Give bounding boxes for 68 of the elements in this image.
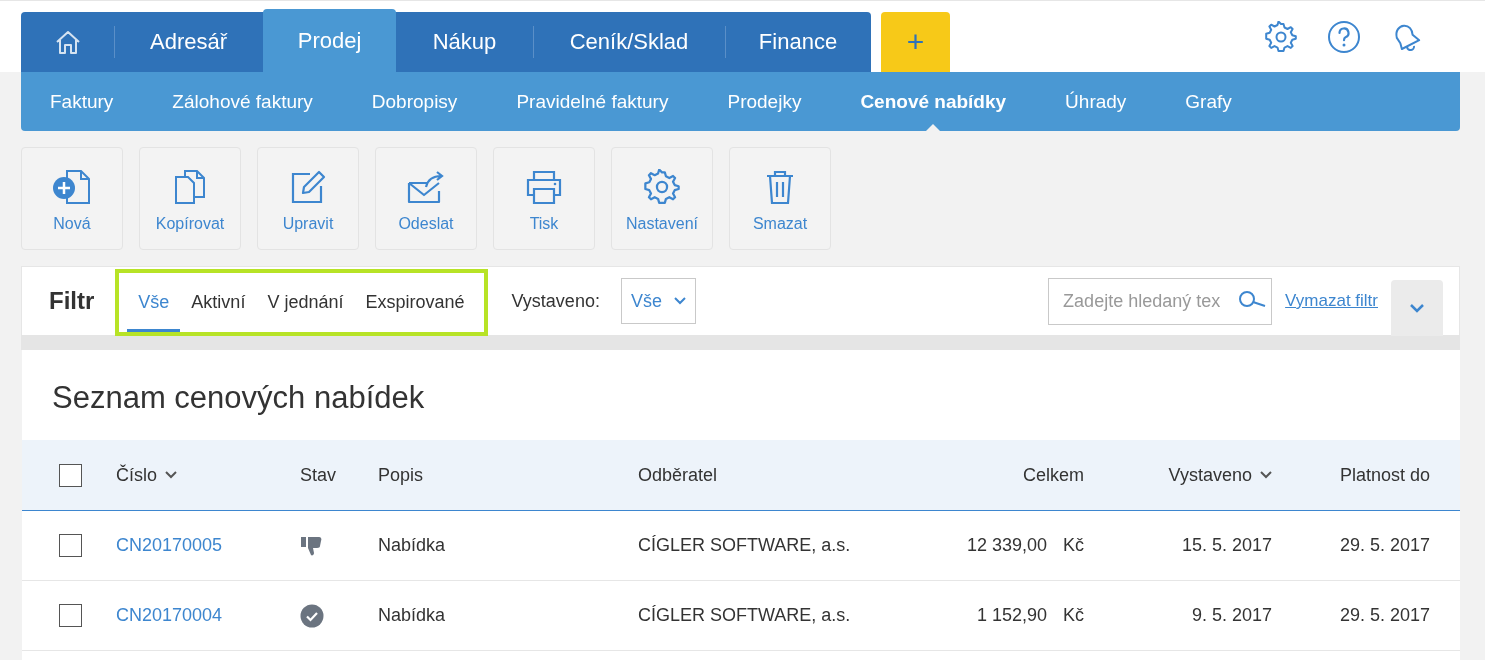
table-cell: CÍGLER SOFTWARE, a.s.	[638, 535, 851, 556]
list-title: Seznam cenových nabídek	[51, 379, 426, 417]
column-header[interactable]: Popis	[378, 464, 424, 486]
column-header[interactable]: Vystaveno	[1168, 464, 1252, 486]
currency-cell: Kč	[1063, 605, 1084, 626]
table-cell: Nabídka	[378, 535, 446, 556]
offer-number-link[interactable]: CN20170005	[116, 535, 223, 556]
main-tab[interactable]: Finance	[725, 12, 871, 72]
sub-tab[interactable]: Cenové nabídky	[841, 72, 1026, 131]
main-tab[interactable]: Prodej	[263, 9, 396, 72]
toolbar-button[interactable]: Smazat	[729, 147, 831, 250]
settings-icon	[644, 169, 680, 205]
filter-tab[interactable]: V jednání	[256, 272, 355, 332]
table-cell: 9. 5. 2017	[1191, 605, 1272, 626]
edit-icon	[290, 169, 326, 205]
copy-icon	[172, 169, 208, 205]
help-icon[interactable]	[1327, 19, 1361, 54]
sort-chevron-icon	[165, 471, 177, 479]
main-tab[interactable]: Ceník/Sklad	[533, 12, 725, 72]
send-mail-icon	[406, 169, 446, 205]
toolbar-button[interactable]: Kopírovat	[139, 147, 241, 250]
sub-tab[interactable]: Prodejky	[708, 72, 821, 131]
sub-tab[interactable]: Úhrady	[1046, 72, 1146, 131]
filter-tab[interactable]: Vše	[127, 272, 181, 332]
select-all-checkbox[interactable]	[58, 463, 82, 487]
column-header[interactable]: Platnost do	[1339, 464, 1430, 486]
column-header[interactable]: Odběratel	[638, 464, 718, 486]
sub-tab[interactable]: Dobropisy	[352, 72, 477, 131]
add-button[interactable]: +	[881, 12, 950, 72]
row-checkbox[interactable]	[58, 604, 82, 627]
sub-tab[interactable]: Pravidelné faktury	[497, 72, 688, 131]
amount-cell: 12 339,00	[966, 535, 1047, 556]
settings-icon[interactable]	[1265, 20, 1297, 53]
toolbar-button[interactable]: Nastavení	[611, 147, 713, 250]
filter-tab[interactable]: Aktivní	[180, 272, 257, 332]
filter-title: Filtr	[49, 287, 95, 315]
printer-icon	[525, 169, 563, 205]
offer-number-link[interactable]: CN20170004	[116, 605, 223, 626]
issued-dropdown[interactable]: Vše	[620, 278, 696, 324]
table-cell: Nabídka	[378, 605, 446, 626]
toolbar-button[interactable]: Nová	[21, 147, 123, 250]
amount-cell: 1 152,90	[976, 605, 1047, 626]
chevron-down-icon	[1409, 302, 1425, 313]
sort-chevron-icon	[1260, 471, 1272, 479]
table-cell: 29. 5. 2017	[1339, 535, 1430, 556]
table-cell: 15. 5. 2017	[1181, 535, 1272, 556]
column-header[interactable]: Celkem	[1023, 464, 1084, 486]
search-field[interactable]: Zadejte hledaný tex	[1048, 277, 1273, 325]
sub-tab[interactable]: Grafy	[1166, 72, 1251, 131]
sub-tab[interactable]: Zálohové faktury	[153, 72, 332, 131]
sub-tab[interactable]: Faktury	[31, 72, 133, 131]
new-document-icon	[51, 169, 93, 205]
column-header[interactable]: Stav	[300, 464, 337, 486]
main-tab[interactable]: Adresář	[114, 12, 263, 72]
currency-cell: Kč	[1063, 535, 1084, 556]
table-cell: CÍGLER SOFTWARE, a.s.	[638, 605, 851, 626]
toolbar-button[interactable]: Tisk	[493, 147, 595, 250]
issued-label: Vystaveno:	[511, 290, 600, 312]
filter-tab[interactable]: Exspirované	[354, 272, 476, 332]
row-checkbox[interactable]	[58, 534, 82, 557]
toolbar-button[interactable]: Upravit	[257, 147, 359, 250]
clear-filter-link[interactable]: Vymazat filtr	[1285, 291, 1378, 311]
column-header[interactable]: Číslo	[116, 464, 157, 486]
chevron-down-icon	[673, 297, 686, 305]
trash-icon	[764, 169, 796, 205]
table-cell: 29. 5. 2017	[1339, 605, 1430, 626]
toolbar-button[interactable]: Odeslat	[375, 147, 477, 250]
main-tab[interactable]: Nákup	[396, 12, 533, 72]
